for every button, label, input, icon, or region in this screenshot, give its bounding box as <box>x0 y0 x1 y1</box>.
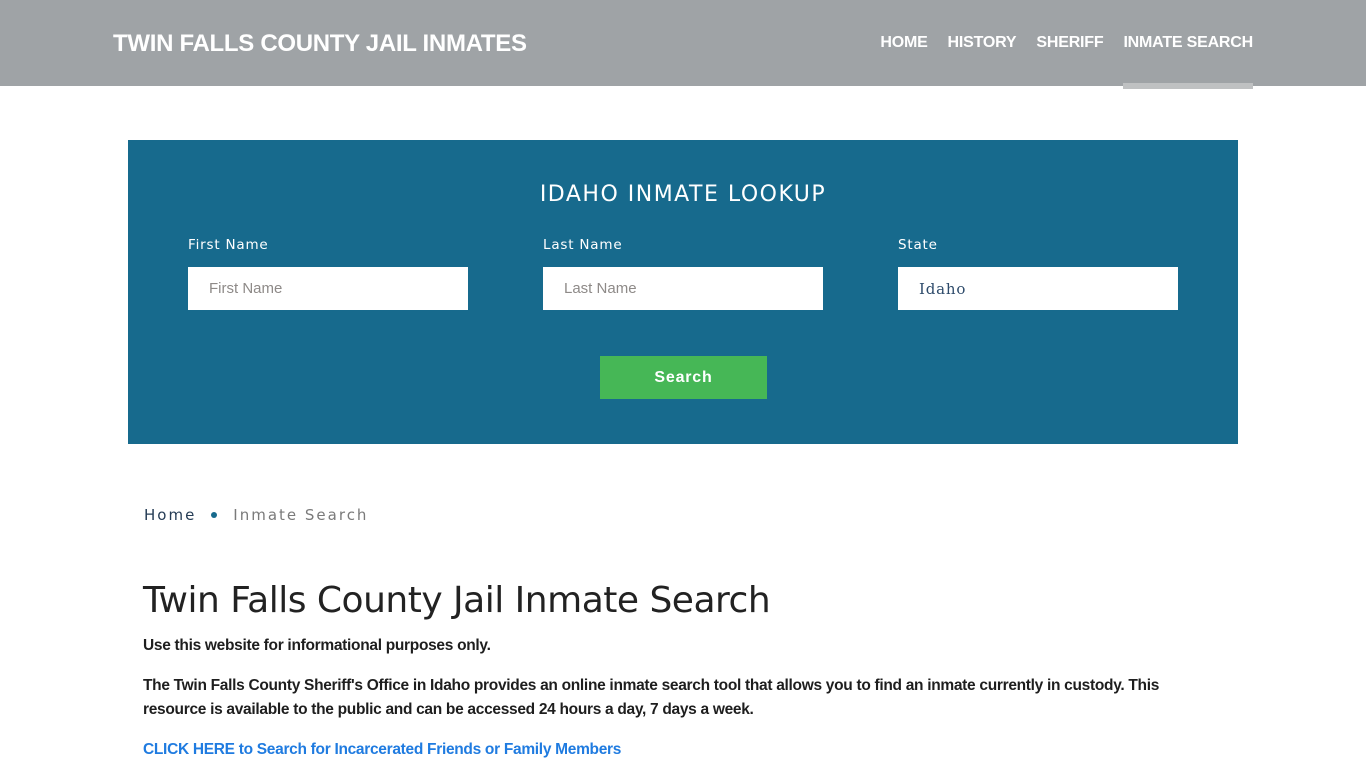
first-name-field: First Name <box>188 237 468 310</box>
last-name-field: Last Name <box>543 237 823 310</box>
state-input[interactable] <box>898 267 1178 310</box>
main-nav: HOME HISTORY SHERIFF INMATE SEARCH <box>860 0 1253 89</box>
body-text: The Twin Falls County Sheriff's Office i… <box>143 677 1160 718</box>
last-name-input[interactable] <box>543 267 823 310</box>
search-incarcerated-link[interactable]: CLICK HERE to Search for Incarcerated Fr… <box>143 738 621 762</box>
last-name-label: Last Name <box>543 237 623 253</box>
site-brand-link[interactable]: TWIN FALLS COUNTY JAIL INMATES <box>113 30 527 58</box>
state-field: State <box>898 237 1178 310</box>
nav-item-inmate-search[interactable]: INMATE SEARCH <box>1123 0 1253 89</box>
page-title: Twin Falls County Jail Inmate Search <box>143 580 771 621</box>
breadcrumb-home-link[interactable]: Home <box>144 506 196 524</box>
first-name-label: First Name <box>188 237 269 253</box>
nav-item-sheriff[interactable]: SHERIFF <box>1036 0 1103 89</box>
nav-item-history[interactable]: HISTORY <box>948 0 1017 89</box>
site-header: TWIN FALLS COUNTY JAIL INMATES HOME HIST… <box>0 0 1366 89</box>
breadcrumb: Home Inmate Search <box>144 506 368 524</box>
lookup-title: IDAHO INMATE LOOKUP <box>539 182 827 207</box>
breadcrumb-current: Inmate Search <box>233 506 369 524</box>
search-button[interactable]: Search <box>600 356 767 399</box>
first-name-input[interactable] <box>188 267 468 310</box>
intro-text: Use this website for informational purpo… <box>143 637 491 654</box>
state-label: State <box>898 237 938 253</box>
nav-item-home[interactable]: HOME <box>880 0 927 89</box>
breadcrumb-separator-icon <box>211 512 218 518</box>
